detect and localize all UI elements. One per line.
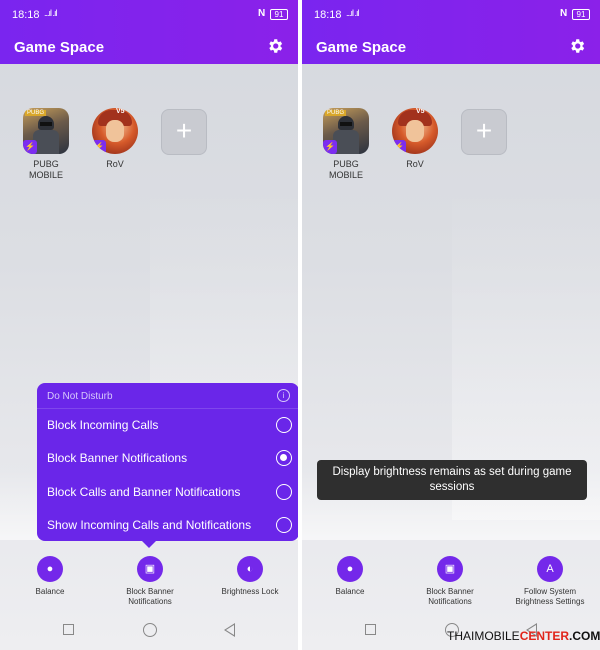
block-notifications-icon: ▣ (137, 556, 163, 582)
menu-header: Do Not Disturb (47, 391, 113, 402)
watermark-part3: .COM (569, 629, 600, 643)
brightness-auto-icon: A (537, 556, 563, 582)
add-game-button[interactable]: + (161, 109, 207, 155)
button-label: Follow System Brightness Settings (515, 587, 585, 606)
nfc-icon: N (258, 8, 266, 19)
button-label: Brightness Lock (221, 587, 279, 596)
toast-message: Display brightness remains as set during… (317, 460, 587, 500)
block-banner-notifications-button[interactable]: ▣ Block Banner Notifications (105, 556, 195, 607)
pubg-icon: PUBG ⚡ (323, 108, 369, 154)
battery-icon: 91 (572, 9, 590, 20)
watermark-part2: CENTER (519, 629, 570, 643)
game-space-badge-icon: ⚡ (23, 140, 37, 154)
brightness-icon: ◐ (237, 556, 263, 582)
add-game-button[interactable]: + (461, 109, 507, 155)
radio-button[interactable] (276, 417, 292, 433)
radio-button[interactable] (276, 517, 292, 533)
button-label: Block Banner Notifications (126, 587, 174, 606)
divider (37, 408, 298, 409)
app-bar: Game Space (0, 30, 298, 64)
app-bar: Game Space (302, 30, 600, 64)
rov-icon: V5 ⚡ (392, 108, 438, 154)
signal-icon: ...ıl .ıl (44, 8, 57, 18)
signal-icon: ...ıl .ıl (346, 8, 359, 18)
gear-icon[interactable] (266, 37, 284, 55)
option-show-calls-and-notifications[interactable]: Show Incoming Calls and Notifications (47, 514, 292, 536)
recents-icon[interactable] (63, 624, 74, 635)
balance-icon: ● (337, 556, 363, 582)
do-not-disturb-menu: Do Not Disturb i Block Incoming Calls Bl… (37, 383, 298, 548)
game-tag: PUBG (325, 110, 347, 116)
game-tile-rov[interactable]: V5 ⚡ RoV (385, 108, 445, 170)
button-label: Balance (35, 587, 65, 596)
watermark-part1: THAIMOBILE (447, 629, 520, 643)
follow-system-brightness-button[interactable]: A Follow System Brightness Settings (505, 556, 595, 607)
game-label: RoV (106, 159, 124, 169)
info-icon[interactable]: i (277, 389, 290, 402)
game-space-badge-icon: ⚡ (392, 140, 406, 154)
status-time: 18:18 (314, 9, 342, 21)
navigation-bar (0, 612, 298, 650)
game-tag: V5 (416, 108, 425, 115)
brightness-lock-button[interactable]: ◐ Brightness Lock (205, 556, 295, 597)
button-label: Block Banner Notifications (426, 587, 474, 606)
option-label: Block Incoming Calls (47, 418, 159, 432)
nfc-icon: N (560, 8, 568, 19)
game-tile-rov[interactable]: V5 ⚡ RoV (85, 108, 145, 170)
option-block-banner-notifications[interactable]: Block Banner Notifications (47, 447, 292, 469)
rov-icon: V5 ⚡ (92, 108, 138, 154)
game-tile-pubg[interactable]: PUBG ⚡ PUBG MOBILE (16, 108, 76, 181)
page-title: Game Space (316, 39, 407, 56)
game-label: PUBG MOBILE (328, 159, 363, 180)
game-tile-pubg[interactable]: PUBG ⚡ PUBG MOBILE (316, 108, 376, 181)
balance-button[interactable]: ● Balance (5, 556, 95, 597)
game-label: RoV (406, 159, 424, 169)
gear-icon[interactable] (568, 37, 586, 55)
watermark: THAIMOBILECENTER.COM© (447, 629, 600, 643)
balance-button[interactable]: ● Balance (305, 556, 395, 597)
game-tag: V5 (116, 108, 125, 115)
game-tag: PUBG (25, 110, 47, 116)
status-bar: 18:18 ...ıl .ıl N 91 (302, 0, 600, 30)
balance-icon: ● (37, 556, 63, 582)
option-block-incoming-calls[interactable]: Block Incoming Calls (47, 414, 292, 436)
status-bar: 18:18 ...ıl .ıl N 91 (0, 0, 298, 30)
phone-screen-left: 18:18 ...ıl .ıl N 91 Game Space PUBG ⚡ P… (0, 0, 298, 650)
recents-icon[interactable] (365, 624, 376, 635)
game-label: PUBG MOBILE (28, 159, 63, 180)
radio-button-selected[interactable] (276, 450, 292, 466)
block-notifications-icon: ▣ (437, 556, 463, 582)
game-space-badge-icon: ⚡ (92, 140, 106, 154)
phone-screen-right: 18:18 ...ıl .ıl N 91 Game Space PUBG ⚡ P… (302, 0, 600, 650)
button-label: Balance (335, 587, 365, 596)
option-block-calls-and-banner[interactable]: Block Calls and Banner Notifications (47, 481, 292, 503)
option-label: Show Incoming Calls and Notifications (47, 518, 252, 532)
game-space-badge-icon: ⚡ (323, 140, 337, 154)
option-label: Block Calls and Banner Notifications (47, 485, 241, 499)
battery-icon: 91 (270, 9, 288, 20)
option-label: Block Banner Notifications (47, 451, 188, 465)
pubg-icon: PUBG ⚡ (23, 108, 69, 154)
block-banner-notifications-button[interactable]: ▣ Block Banner Notifications (405, 556, 495, 607)
back-icon[interactable] (224, 623, 235, 637)
status-time: 18:18 (12, 9, 40, 21)
radio-button[interactable] (276, 484, 292, 500)
home-icon[interactable] (143, 623, 157, 637)
page-title: Game Space (14, 39, 105, 56)
